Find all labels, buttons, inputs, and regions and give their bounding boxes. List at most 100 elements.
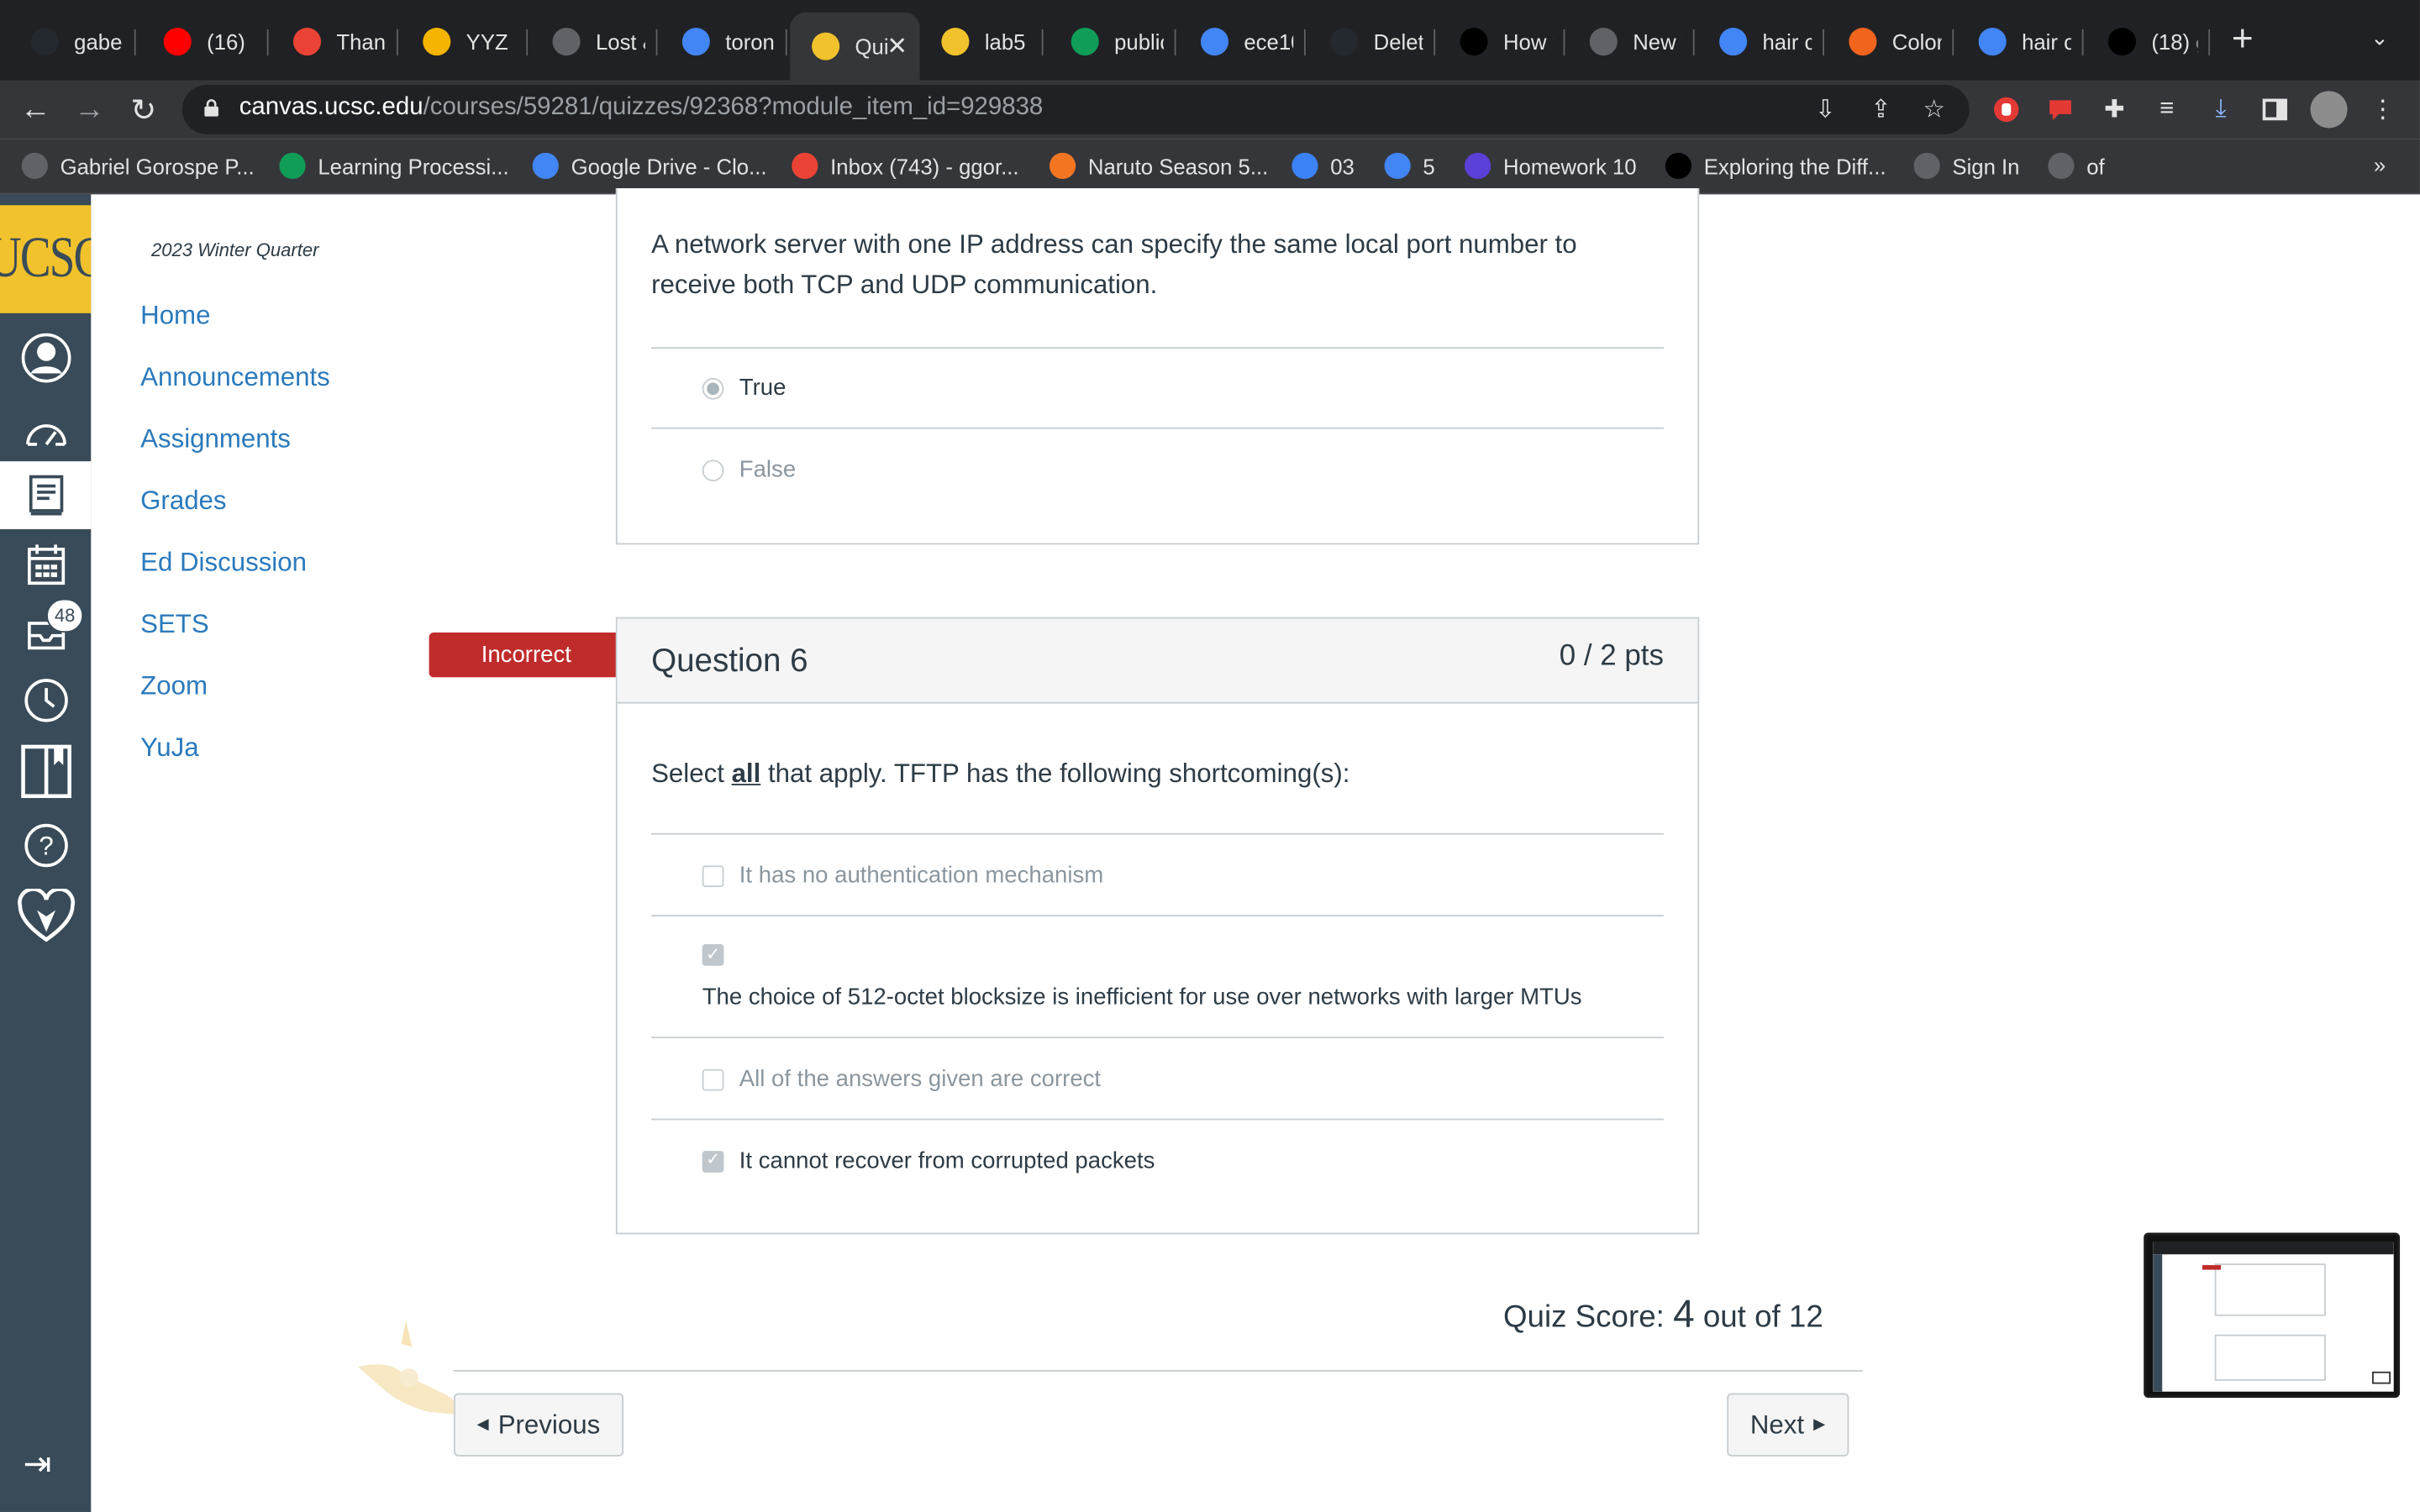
tab-title: (18) ga <box>2151 29 2197 55</box>
previous-button[interactable]: ◀ Previous <box>453 1393 623 1457</box>
close-tab-icon[interactable]: ✕ <box>886 31 908 62</box>
browser-tab[interactable]: ece10 <box>1179 15 1306 67</box>
bookmark-item[interactable]: Google Drive - Clo... <box>532 152 767 180</box>
checkbox-checked[interactable]: ✓ <box>702 1150 724 1172</box>
radio-button[interactable] <box>702 459 724 481</box>
browser-tab[interactable]: lab5 <box>920 15 1044 67</box>
install-app-icon[interactable]: ⇩ <box>1815 94 1836 125</box>
side-panel-icon[interactable] <box>2258 92 2291 126</box>
browser-tab[interactable]: New Ta <box>1568 15 1695 67</box>
course-nav-zoom[interactable]: Zoom <box>140 671 208 702</box>
globe-icon <box>552 28 581 56</box>
share-icon[interactable]: ⇪ <box>1870 94 1891 125</box>
answer-corrupted-packets[interactable]: ✓ It cannot recover from corrupted packet… <box>702 1148 1155 1174</box>
browser-tab[interactable]: Colore <box>1828 15 1954 67</box>
dashboard-icon[interactable] <box>0 398 91 466</box>
help-icon[interactable]: ? <box>0 811 91 879</box>
thumbnail-preview <box>2153 1242 2394 1392</box>
browser-tab[interactable]: toronto <box>660 15 787 67</box>
browser-tab[interactable]: public <box>1050 15 1176 67</box>
course-nav-grades[interactable]: Grades <box>140 486 226 517</box>
bookmark-item[interactable]: Naruto Season 5... <box>1049 152 1268 180</box>
browser-tab[interactable]: Qui ✕ <box>790 12 920 81</box>
course-nav-announcements[interactable]: Announcements <box>140 363 330 394</box>
quiz-score: Quiz Score: 4 out of 12 <box>1502 1293 1823 1336</box>
course-nav-home[interactable]: Home <box>140 301 210 332</box>
globe-icon <box>21 152 48 180</box>
bookmark-item[interactable]: of <box>2048 152 2105 180</box>
bookmark-star-icon[interactable]: ☆ <box>1923 94 1945 125</box>
extensions-puzzle-icon[interactable]: ✚ <box>2097 92 2131 126</box>
question-5-card: A network server with one IP address can… <box>615 188 1700 545</box>
ublock-extension-icon[interactable] <box>1990 92 2023 126</box>
answer-true[interactable]: True <box>702 375 786 402</box>
browser-tab[interactable]: Thank <box>271 15 398 67</box>
browser-tab[interactable]: How to <box>1439 15 1565 67</box>
bookmark-item[interactable]: Sign In <box>1913 152 2019 180</box>
answer-all-correct[interactable]: All of the answers given are correct <box>702 1066 1101 1092</box>
checkbox[interactable] <box>702 864 724 887</box>
bookmark-item[interactable]: Inbox (743) - ggor... <box>792 152 1019 180</box>
divider <box>651 832 1664 835</box>
download-icon[interactable]: ⤓ <box>2204 92 2238 126</box>
svg-text:?: ? <box>38 832 52 861</box>
wellness-heart-icon[interactable] <box>0 883 91 951</box>
answer-blocksize: The choice of 512-octet blocksize is ine… <box>702 984 1582 1011</box>
new-tab-button[interactable]: + <box>2232 18 2254 61</box>
tab-search-chevron-icon[interactable]: ⌄ <box>2370 24 2389 50</box>
forward-icon[interactable]: → <box>70 90 110 130</box>
browser-tab[interactable]: (16) <box>142 15 269 67</box>
calendar-icon[interactable] <box>0 531 91 599</box>
bookmark-item[interactable]: 5 <box>1384 152 1435 180</box>
google-icon <box>532 152 559 180</box>
divider <box>651 1118 1664 1121</box>
screenshot-thumbnail[interactable] <box>2144 1232 2401 1399</box>
extension-red-icon[interactable] <box>2044 92 2077 126</box>
quiz-content: A network server with one IP address can… <box>358 188 2420 1512</box>
commons-icon[interactable] <box>0 738 91 806</box>
browser-tab[interactable]: hair cli <box>1697 15 1824 67</box>
browser-tab[interactable]: gaben <box>9 15 136 67</box>
collapse-nav-icon[interactable]: ⇥ <box>24 1444 52 1484</box>
answer-false[interactable]: False <box>702 457 796 483</box>
tab-title: ece10 <box>1244 29 1293 55</box>
checkbox[interactable] <box>702 1068 724 1090</box>
reload-icon[interactable]: ↻ <box>124 90 164 130</box>
profile-avatar-icon[interactable] <box>2310 91 2348 129</box>
course-nav-yuja[interactable]: YuJa <box>140 732 198 764</box>
course-nav-sets[interactable]: SETS <box>140 609 209 640</box>
bookmark-item[interactable]: Homework 10 <box>1465 152 1637 180</box>
url-text: canvas.ucsc.edu/courses/59281/quizzes/92… <box>239 94 1044 121</box>
bookmark-item[interactable]: Gabriel Gorospe P... <box>21 152 255 180</box>
caret-left-icon: ◀ <box>476 1416 489 1434</box>
bookmark-label: Learning Processi... <box>318 153 509 179</box>
media-queue-icon[interactable]: ≡ <box>2150 92 2184 126</box>
browser-tab[interactable]: Deletin <box>1309 15 1436 67</box>
browser-tab[interactable]: Lost & <box>531 15 658 67</box>
divider <box>651 915 1664 916</box>
global-navigation: UCSC 48 ? ⇥ <box>0 194 104 1512</box>
answer-no-authentication[interactable]: It has no authentication mechanism <box>702 863 1103 889</box>
browser-tab[interactable]: (18) ga <box>2086 15 2211 67</box>
address-bar[interactable]: canvas.ucsc.edu/courses/59281/quizzes/92… <box>182 85 1970 134</box>
course-nav-ed-discussion[interactable]: Ed Discussion <box>140 548 307 579</box>
course-nav-assignments[interactable]: Assignments <box>140 424 291 455</box>
answer-blocksize-checkbox[interactable]: ✓ <box>702 944 739 966</box>
bookmark-item[interactable]: 03 <box>1292 152 1355 180</box>
bookmark-item[interactable]: Exploring the Diff... <box>1665 152 1886 180</box>
question-6-card: Question 6 0 / 2 pts Select all that app… <box>615 617 1700 1235</box>
browser-tab[interactable]: YYZ Lo <box>402 15 529 67</box>
back-icon[interactable]: ← <box>15 90 55 130</box>
next-button[interactable]: Next ▶ <box>1727 1393 1849 1457</box>
bookmark-item[interactable]: Learning Processi... <box>279 152 509 180</box>
menu-kebab-icon[interactable]: ⋮ <box>2366 92 2400 126</box>
history-icon[interactable] <box>0 666 91 734</box>
courses-icon[interactable] <box>0 461 92 529</box>
account-icon[interactable] <box>0 324 91 392</box>
radio-button[interactable] <box>702 377 724 399</box>
checkbox-checked[interactable]: ✓ <box>702 944 724 966</box>
browser-tab[interactable]: hair cli <box>1957 15 2084 67</box>
ucsc-logo[interactable]: UCSC <box>0 205 104 313</box>
youtube-icon <box>163 28 192 56</box>
bookmarks-overflow-button[interactable]: » <box>2374 153 2386 177</box>
